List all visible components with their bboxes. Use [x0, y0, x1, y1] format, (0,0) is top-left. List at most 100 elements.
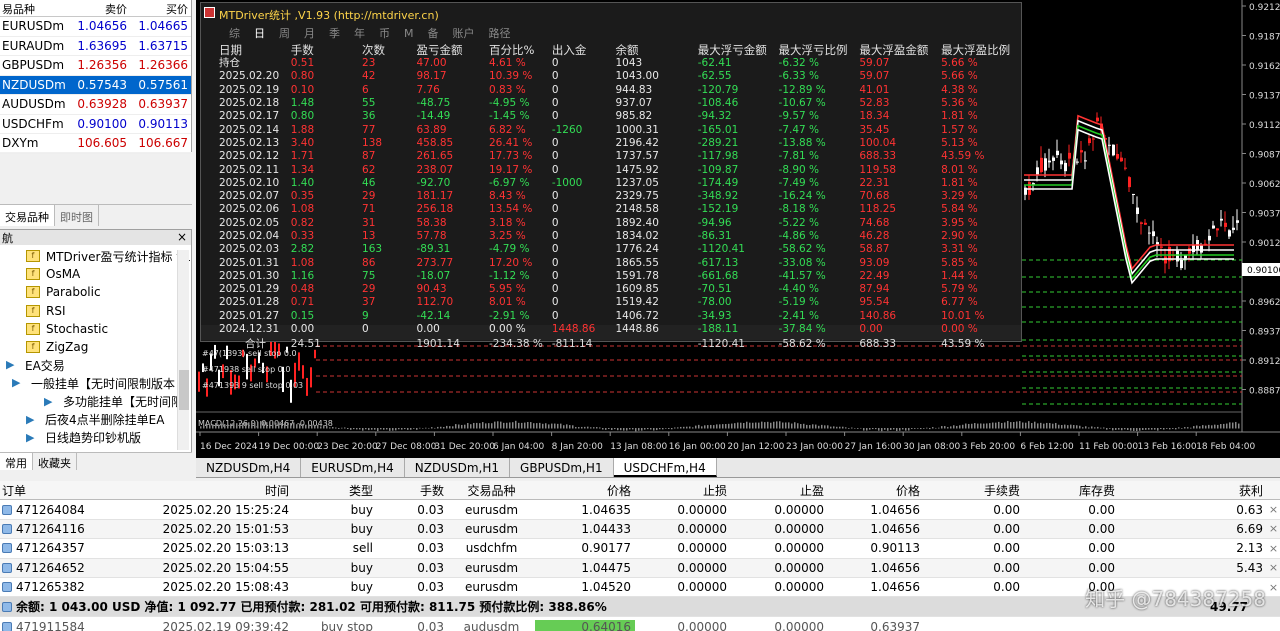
- macd-bar: [875, 428, 877, 430]
- close-order-icon[interactable]: ×: [1267, 503, 1280, 516]
- tab-common[interactable]: 常用: [0, 453, 33, 470]
- tab-symbols[interactable]: 交易品种: [0, 205, 55, 226]
- macd-bar: [1109, 428, 1111, 429]
- column-bid[interactable]: 卖价: [70, 0, 130, 16]
- order-value: 0.00: [993, 521, 1020, 536]
- stats-cell: 0: [551, 57, 559, 70]
- close-order-icon[interactable]: ×: [1267, 561, 1280, 574]
- order-cell: eurusdm: [448, 561, 535, 575]
- stats-tab[interactable]: 路径: [489, 25, 511, 41]
- navigator-item[interactable]: f OsMA: [0, 265, 191, 283]
- stats-cell: -6.97 %: [489, 176, 530, 189]
- order-value: 2025.02.20 15:25:24: [162, 502, 289, 517]
- order-row[interactable]: 471264652 2025.02.20 15:04:55 buy 0.03 eurus…: [0, 558, 1280, 578]
- order-cell: 0.03: [379, 580, 448, 594]
- column-symbol[interactable]: 易品种: [0, 0, 70, 16]
- navigator-item[interactable]: f RSI: [0, 302, 191, 320]
- navigator-item-label: MTDriver盈亏统计指标 v1: [45, 249, 191, 264]
- stats-tab[interactable]: 月: [304, 25, 315, 41]
- chart-tab[interactable]: GBPUSDm,H1: [510, 458, 614, 477]
- navigator-item[interactable]: ▶ 后夜4点半删除挂单EA: [0, 411, 191, 429]
- stats-tab[interactable]: 周: [279, 25, 290, 41]
- quote-row[interactable]: DXYm 106.605 106.667: [0, 134, 191, 154]
- orders-column-header[interactable]: 库存费: [1024, 482, 1119, 499]
- stats-tab[interactable]: M: [404, 27, 414, 40]
- order-row[interactable]: 471264357 2025.02.20 15:03:13 sell 0.03 usdc…: [0, 539, 1280, 559]
- quote-symbol: EURUSDm: [2, 19, 65, 34]
- order-cell: 0.00000: [635, 580, 731, 594]
- navigator-item[interactable]: ▶ 一般挂单【无时间限制版本: [0, 374, 191, 392]
- stats-tab[interactable]: 备: [428, 25, 439, 41]
- orders-column-header[interactable]: 价格: [535, 482, 635, 499]
- pending-order-row[interactable]: 471911584 2025.02.19 09:39:42 buy stop 0.03…: [0, 617, 1280, 631]
- macd-bar: [446, 425, 448, 429]
- macd-bar: [662, 428, 664, 430]
- stats-cell: 1406.72: [615, 309, 659, 322]
- orders-column-header[interactable]: 交易品种: [448, 482, 535, 499]
- stats-cell: -2.91 %: [489, 309, 530, 322]
- order-cell: 1.04656: [828, 503, 924, 517]
- macd-bar: [587, 426, 589, 429]
- navigator-item[interactable]: f Parabolic: [0, 283, 191, 301]
- chart-tab[interactable]: NZDUSDm,H4: [196, 458, 302, 477]
- orders-column-header[interactable]: 类型: [293, 482, 379, 499]
- chart-tab[interactable]: EURUSDm,H4: [301, 458, 405, 477]
- quote-row[interactable]: EURUSDm 1.04656 1.04665: [0, 17, 191, 37]
- stats-tab[interactable]: 币: [379, 25, 390, 41]
- close-order-icon[interactable]: ×: [1267, 522, 1280, 535]
- navigator-scrollbar[interactable]: [177, 250, 189, 450]
- candle: [1124, 167, 1127, 169]
- column-ask[interactable]: 买价: [130, 0, 190, 16]
- stats-cell: 0.10: [290, 83, 315, 96]
- navigator-item[interactable]: ▶ 多功能挂单【无时间限: [0, 393, 191, 411]
- mt4-terminal: 易品种 卖价 买价 EURUSDm 1.04656 1.04665 EURAUDm 1.…: [0, 0, 1280, 631]
- stats-tab[interactable]: 日: [254, 25, 265, 41]
- order-value: 0.00000: [774, 521, 824, 536]
- orders-column-header[interactable]: 时间: [118, 482, 293, 499]
- order-row[interactable]: 471264084 2025.02.20 15:25:24 buy 0.03 eurus…: [0, 500, 1280, 520]
- navigator-item[interactable]: f Stochastic: [0, 320, 191, 338]
- stats-cell: -108.46: [697, 97, 739, 110]
- navigator-item[interactable]: f MTDriver盈亏统计指标 v1: [0, 247, 191, 265]
- stats-tab[interactable]: 账户: [453, 25, 475, 41]
- watermark: 知乎 @784387258: [1085, 587, 1266, 611]
- quote-row[interactable]: NZDUSDm 0.57543 0.57561: [0, 75, 191, 95]
- macd-bar: [1019, 421, 1021, 429]
- stats-cell: 71: [362, 203, 376, 216]
- orders-column-header[interactable]: 订单: [0, 482, 118, 499]
- quote-row[interactable]: USDCHFm 0.90100 0.90113: [0, 115, 191, 134]
- close-order-icon[interactable]: ×: [1267, 581, 1280, 594]
- orders-column-header[interactable]: 获利: [1119, 482, 1267, 499]
- stats-tab[interactable]: 年: [354, 25, 365, 41]
- expert-icon: ▶: [6, 358, 15, 372]
- quote-row[interactable]: EURAUDm 1.63695 1.63715: [0, 37, 191, 56]
- orders-column-header[interactable]: 止损: [635, 482, 731, 499]
- stats-tab[interactable]: 综: [229, 25, 240, 41]
- order-value: 0.00000: [774, 502, 824, 517]
- tab-tick-chart[interactable]: 即时图: [55, 205, 99, 226]
- orders-column-header[interactable]: 止盈: [731, 482, 828, 499]
- orders-column-header[interactable]: 手数: [379, 482, 448, 499]
- navigator-item[interactable]: f ZigZag: [0, 338, 191, 356]
- close-order-icon[interactable]: ×: [1267, 542, 1280, 555]
- orders-column-header[interactable]: 手续费: [924, 482, 1024, 499]
- navigator-item[interactable]: ▶ 日线趋势印钞机版: [0, 429, 191, 447]
- macd-bar: [1160, 428, 1162, 430]
- macd-bar: [428, 427, 430, 429]
- stats-cell: 74.68: [859, 216, 890, 229]
- quote-row[interactable]: AUDUSDm 0.63928 0.63937: [0, 95, 191, 115]
- quote-row[interactable]: GBPUSDm 1.26356 1.26366: [0, 56, 191, 76]
- stats-tab[interactable]: 季: [329, 25, 340, 41]
- tab-favorites[interactable]: 收藏夹: [33, 453, 77, 470]
- chart-tab[interactable]: USDCHFm,H4: [613, 458, 717, 477]
- navigator-item[interactable]: ▶ EA交易: [0, 356, 191, 374]
- orders-column-header[interactable]: 价格: [828, 482, 924, 499]
- close-icon[interactable]: ×: [177, 230, 187, 244]
- macd-bar: [473, 422, 475, 429]
- chart-tab[interactable]: NZDUSDm,H1: [405, 458, 511, 477]
- order-row[interactable]: 471264116 2025.02.20 15:01:53 buy 0.03 eurus…: [0, 519, 1280, 540]
- stats-cell: -13.88 %: [778, 136, 826, 149]
- time-tick-label: 8 Jan 20:00: [552, 442, 604, 452]
- order-value: eurusdm: [464, 560, 519, 575]
- macd-bar: [287, 422, 289, 429]
